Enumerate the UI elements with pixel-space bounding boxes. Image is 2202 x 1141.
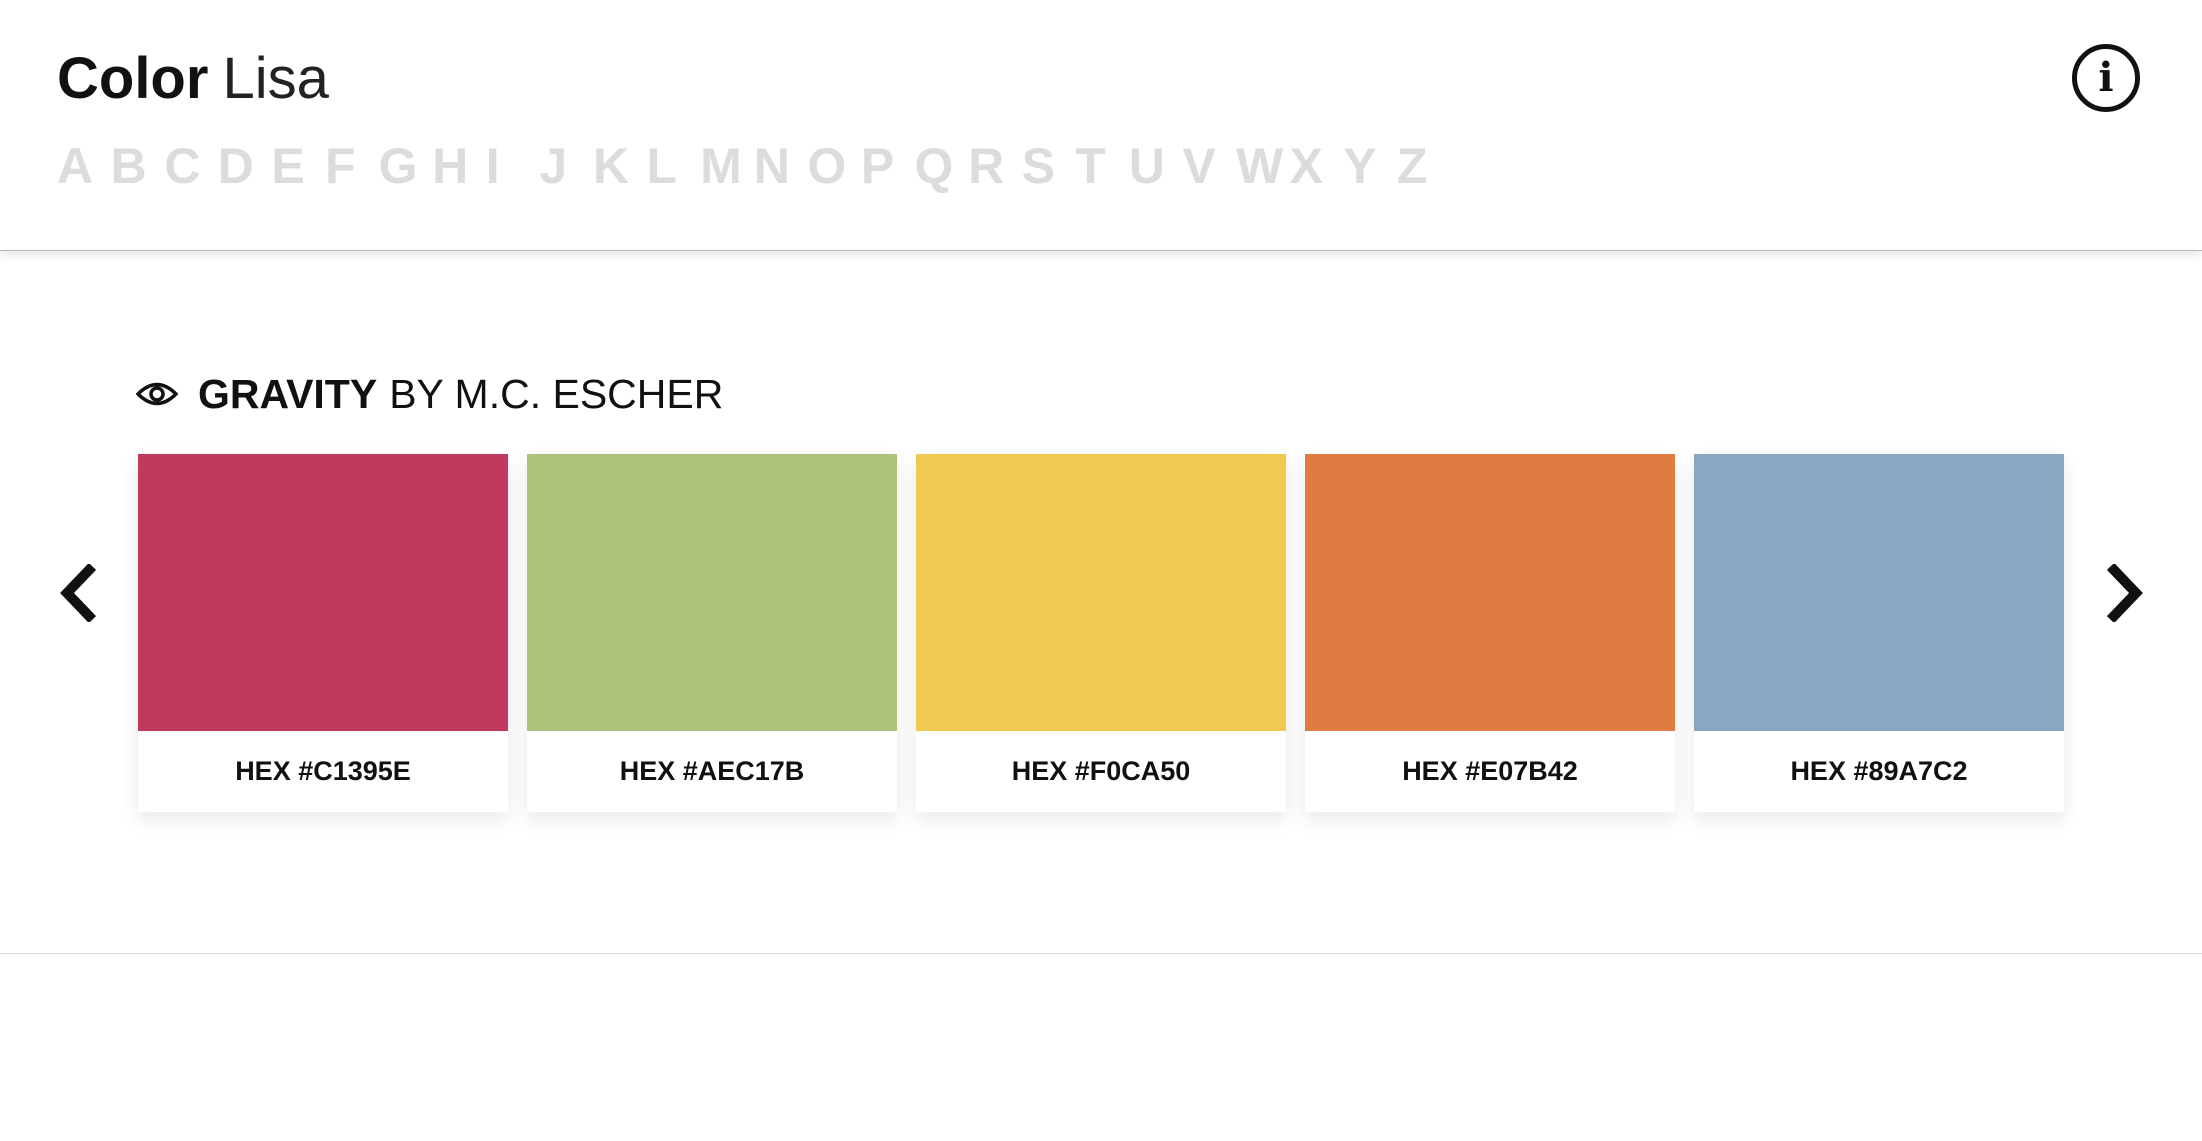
logo-bold: Color (57, 46, 209, 111)
hex-label: HEX #F0CA50 (1011, 756, 1191, 786)
alphabet-letter-q[interactable]: Q (915, 136, 969, 196)
alphabet-letter-d[interactable]: D (218, 136, 272, 196)
alphabet-letter-o[interactable]: O (807, 136, 861, 196)
alphabet-letter-t[interactable]: T (1075, 136, 1129, 196)
section-divider (0, 953, 2202, 954)
hex-label: HEX #AEC17B (619, 756, 805, 786)
color-swatch[interactable] (138, 454, 508, 731)
palette-title: GRAVITY BY M.C. ESCHER (136, 366, 723, 422)
hex-label: HEX #E07B42 (1402, 756, 1578, 786)
artist-byline: BY M.C. ESCHER (389, 370, 724, 417)
alphabet-letter-c[interactable]: C (164, 136, 218, 196)
alphabet-nav: ABCDEFGHIJKLMNOPQRSTUVWXYZ (57, 136, 1450, 196)
alphabet-letter-i[interactable]: I (486, 136, 540, 196)
alphabet-letter-g[interactable]: G (379, 136, 433, 196)
alphabet-letter-n[interactable]: N (754, 136, 808, 196)
hex-label: HEX #89A7C2 (1790, 756, 1968, 786)
chevron-right-icon[interactable] (2106, 564, 2146, 622)
color-swatch[interactable] (916, 454, 1286, 731)
artwork-title: GRAVITY (198, 370, 378, 417)
alphabet-letter-w[interactable]: W (1236, 136, 1290, 196)
alphabet-letter-b[interactable]: B (111, 136, 165, 196)
color-swatch-card[interactable]: HEX #F0CA50 (916, 454, 1286, 812)
alphabet-letter-m[interactable]: M (700, 136, 754, 196)
palette-swatches: HEX #C1395E HEX #AEC17B HEX #F0CA50 HEX #E0… (138, 454, 2064, 812)
alphabet-letter-u[interactable]: U (1129, 136, 1183, 196)
alphabet-letter-l[interactable]: L (647, 136, 701, 196)
alphabet-letter-j[interactable]: J (539, 136, 593, 196)
alphabet-letter-v[interactable]: V (1182, 136, 1236, 196)
alphabet-letter-e[interactable]: E (271, 136, 325, 196)
color-swatch-card[interactable]: HEX #89A7C2 (1694, 454, 2064, 812)
color-swatch-card[interactable]: HEX #C1395E (138, 454, 508, 812)
eye-icon[interactable] (136, 379, 178, 409)
alphabet-letter-z[interactable]: Z (1397, 136, 1451, 196)
info-icon: i (2098, 54, 2114, 101)
chevron-left-icon[interactable] (57, 564, 97, 622)
color-swatch-card[interactable]: HEX #E07B42 (1305, 454, 1675, 812)
info-button[interactable]: i (2072, 44, 2140, 112)
color-swatch[interactable] (1305, 454, 1675, 731)
alphabet-letter-a[interactable]: A (57, 136, 111, 196)
alphabet-letter-k[interactable]: K (593, 136, 647, 196)
alphabet-letter-y[interactable]: Y (1343, 136, 1397, 196)
color-swatch-card[interactable]: HEX #AEC17B (527, 454, 897, 812)
alphabet-letter-f[interactable]: F (325, 136, 379, 196)
alphabet-letter-p[interactable]: P (861, 136, 915, 196)
site-header: Color Lisa ABCDEFGHIJKLMNOPQRSTUVWXYZ i (0, 0, 2202, 251)
alphabet-letter-x[interactable]: X (1290, 136, 1344, 196)
alphabet-letter-h[interactable]: H (432, 136, 486, 196)
color-swatch[interactable] (527, 454, 897, 731)
logo[interactable]: Color Lisa (57, 44, 329, 114)
alphabet-letter-s[interactable]: S (1022, 136, 1076, 196)
color-swatch[interactable] (1694, 454, 2064, 731)
alphabet-letter-r[interactable]: R (968, 136, 1022, 196)
logo-light: Lisa (222, 46, 329, 111)
hex-label: HEX #C1395E (235, 756, 411, 786)
